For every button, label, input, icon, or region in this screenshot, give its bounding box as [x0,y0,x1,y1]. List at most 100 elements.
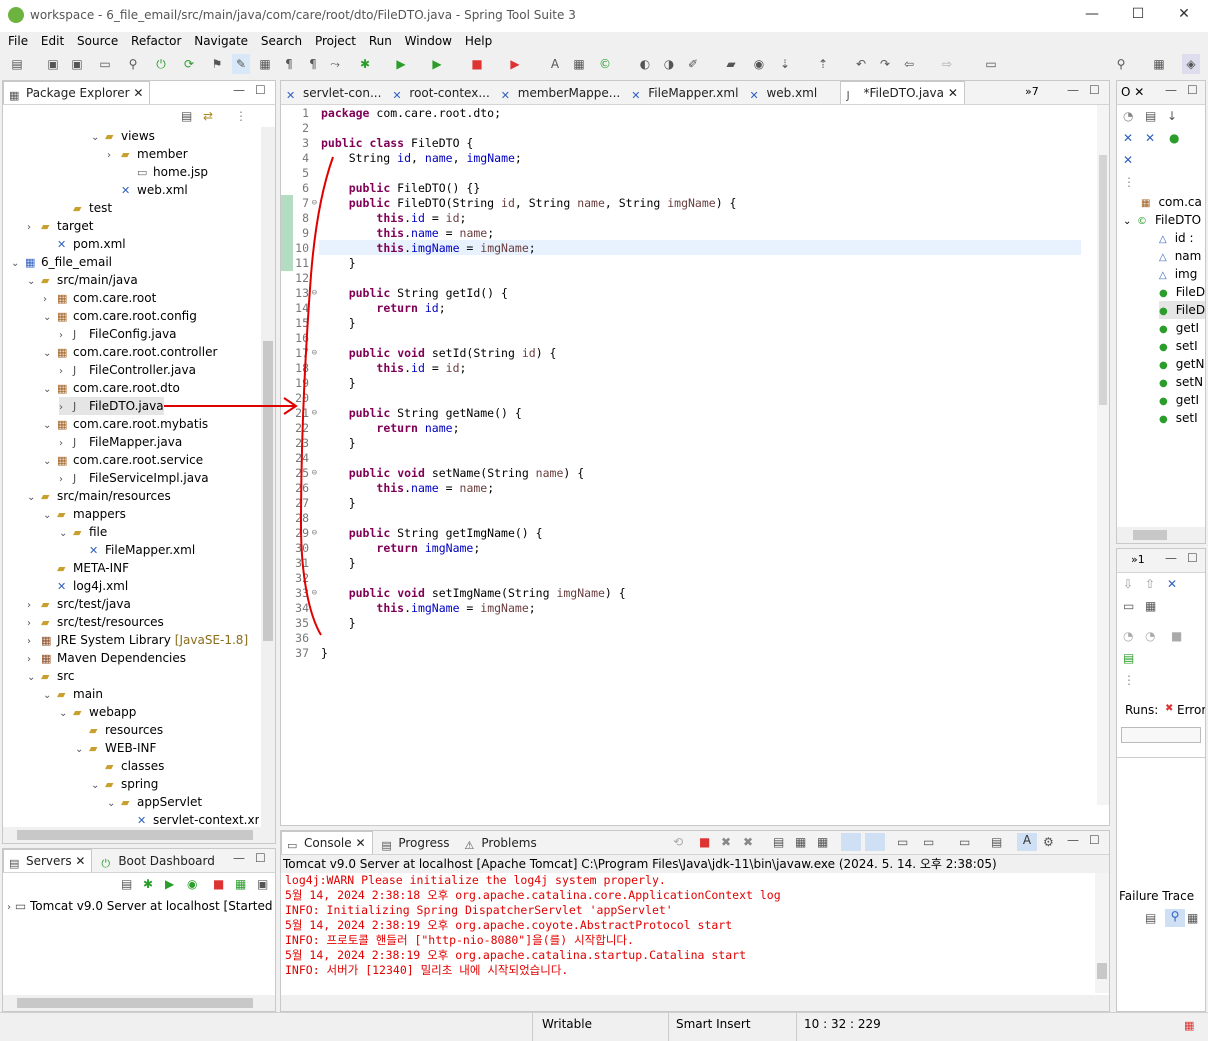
type-icon[interactable]: A [546,54,564,74]
compare-icon[interactable]: ▦ [1187,911,1198,925]
tree-node[interactable]: ✕ web.xml [107,181,188,199]
tree-node[interactable]: › ▦ com.care.root [43,289,156,307]
back-icon[interactable]: ⇦ [900,54,918,74]
tree-node[interactable]: ⌄ ▰ WEB-INF [75,739,156,757]
code-line[interactable]: String id, name, imgName; [321,151,522,166]
pilcrow-icon[interactable]: ¶ [304,54,322,74]
tree-node[interactable]: › J FileController.java [59,361,196,379]
maximize-editor-icon[interactable]: ☐ [1089,83,1100,97]
server-start-icon[interactable]: ▶ [165,877,174,891]
tree-node[interactable]: › ▦ Maven Dependencies [27,649,186,667]
globe-icon[interactable]: ◉ [750,54,768,74]
tree-node[interactable]: ▰ test [59,199,112,217]
minimize-icon[interactable]: — [1082,6,1102,26]
tree-node[interactable]: ⌄ ▰ src/main/resources [27,487,171,505]
perspective-java-icon[interactable]: ▦ [1150,54,1168,74]
expand-arrow-icon[interactable]: ⌄ [43,417,57,435]
tree-node[interactable]: › J FileServiceImpl.java [59,469,209,487]
tab-progress[interactable]: ▤ Progress [376,832,455,854]
code-line[interactable]: public FileDTO(String id, String name, S… [321,196,737,211]
outline-item[interactable]: ● getI [1159,391,1205,409]
code-line[interactable]: public void setImgName(String imgName) { [321,586,626,601]
minimize-view-icon[interactable]: — [233,851,245,865]
tree-hscrollbar[interactable] [3,827,275,843]
tree-node[interactable]: ⌄ ▰ file [59,523,107,541]
forward-edit-icon[interactable]: ↷ [876,54,894,74]
console-remove-all-icon[interactable]: ✖ [743,835,753,849]
code-line[interactable]: return imgName; [321,541,480,556]
scroll-lock-icon[interactable]: ▭ [1123,599,1134,613]
tree-node[interactable]: › J FileConfig.java [59,325,177,343]
code-line[interactable]: public String getId() { [321,286,508,301]
outline-hscrollbar[interactable] [1117,527,1205,543]
expand-arrow-icon[interactable]: ⌄ [75,741,89,759]
editor-tab[interactable]: ✕ servlet-con... [281,82,387,104]
menu-edit[interactable]: Edit [32,32,64,50]
code-line[interactable]: public class FileDTO { [321,136,473,151]
hide-fields-icon[interactable]: ✕ [1123,131,1133,145]
next-failure-icon[interactable]: ⇩ [1123,577,1133,591]
editor-tab[interactable]: ✕ web.xml [744,82,840,104]
expand-arrow-icon[interactable]: ⌄ [11,255,25,273]
tab-junit[interactable]: »1 [1131,553,1145,566]
tree-node[interactable]: ⌄ ▦ com.care.root.config [43,307,197,325]
tree-node[interactable]: ✕ servlet-context.xml [123,811,259,827]
maximize-junit-icon[interactable]: ☐ [1187,551,1198,565]
expand-arrow-icon[interactable]: ⌄ [91,129,105,147]
expand-arrow-icon[interactable]: ⌄ [59,705,73,723]
tab-boot-dashboard[interactable]: ⏻ Boot Dashboard [96,850,221,872]
outline-item[interactable]: △ nam [1159,247,1205,265]
tree-node[interactable]: ⌄ ▰ mappers [43,505,126,523]
expand-arrow-icon[interactable]: ⌄ [91,777,105,795]
collapse-all-icon[interactable]: ▤ [181,109,192,123]
external-tools-icon[interactable]: ▶ [506,54,524,74]
tree-node[interactable]: › ▰ member [107,145,188,163]
hide-static-icon[interactable]: ✕ [1145,131,1155,145]
tree-node[interactable]: ▰ resources [75,721,163,739]
search-tool-icon[interactable]: ✐ [684,54,702,74]
console-vscrollbar[interactable] [1095,873,1109,993]
menu-project[interactable]: Project [306,32,356,50]
tab-servers[interactable]: ▤ Servers ✕ [3,849,93,872]
expand-arrow-icon[interactable]: ⌄ [107,795,121,813]
tab-package-explorer[interactable]: ▦ Package Explorer ✕ [3,81,151,104]
console-scroll-lock-icon[interactable]: ▦ [795,835,806,849]
server-row[interactable]: › ▭ Tomcat v9.0 Server at localhost [Sta… [7,897,273,915]
next-annotation-icon[interactable]: ⇣ [776,54,794,74]
folder-tool-icon[interactable]: ▰ [722,54,740,74]
outline-item[interactable]: ● FileD [1159,283,1205,301]
trace-filter-icon[interactable]: ▤ [1145,911,1156,925]
maximize-view-icon[interactable]: ☐ [255,83,266,97]
outline-tool-1-icon[interactable]: ◔ [1123,109,1133,123]
tree-node[interactable]: ⌄ ▰ appServlet [107,793,202,811]
server-clean-icon[interactable]: ▣ [257,877,268,891]
failures-only-icon[interactable]: ✕ [1167,577,1177,591]
outline-item[interactable]: ● getN [1159,355,1205,373]
outline-item[interactable]: ▦ com.ca [1141,193,1205,211]
code-area[interactable]: 1 package com.care.root.dto; 2 3 public clas… [281,106,1081,806]
highlight-icon[interactable]: ✎ [232,54,250,74]
trace-filter-toggle-icon[interactable]: ⚲ [1165,909,1185,927]
code-line[interactable]: package com.care.root.dto; [321,106,501,121]
outline-item[interactable]: △ img [1159,265,1205,283]
spring-run-icon[interactable]: ⏻ [152,54,170,74]
code-line[interactable]: public String getImgName() { [321,526,543,541]
console-display-icon[interactable]: ▭ [923,835,934,849]
server-profile-icon[interactable]: ◉ [187,877,197,891]
expand-arrow-icon[interactable]: ⌄ [27,489,41,507]
error-log-icon[interactable]: ▦ [1184,1019,1194,1032]
prev-failure-icon[interactable]: ⇧ [1145,577,1155,591]
server-debug-icon[interactable]: ✱ [143,877,153,891]
tree-node[interactable]: › J FileDTO.java [59,397,164,415]
outline-tool-2-icon[interactable]: ▤ [1145,109,1156,123]
stop-junit-icon[interactable]: ■ [1171,629,1182,643]
code-line[interactable]: public void setName(String name) { [321,466,584,481]
server-publish-icon[interactable]: ▦ [235,877,246,891]
editor-tab[interactable]: ✕ memberMappe... [496,82,626,104]
outline-item[interactable]: ● setI [1159,409,1205,427]
search-icon[interactable]: ⚲ [1112,54,1130,74]
tab-outline[interactable]: O ✕ [1121,85,1144,99]
last-edit-icon[interactable]: ↶ [852,54,870,74]
skip-icon[interactable]: ⤳ [326,54,344,74]
code-line[interactable]: public String getName() { [321,406,522,421]
